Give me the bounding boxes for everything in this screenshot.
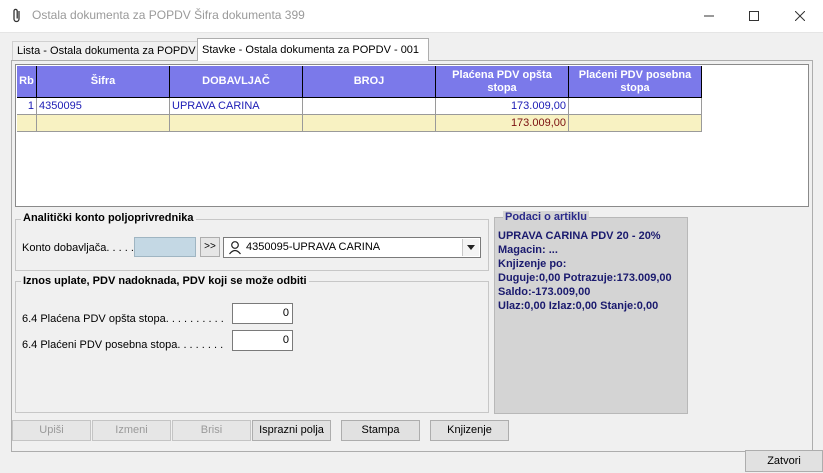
total-pdv-posebna [569, 115, 702, 132]
artikal-line: UPRAVA CARINA PDV 20 - 20% [498, 230, 661, 242]
izmeni-button[interactable]: Izmeni [92, 420, 171, 441]
column-header-broj[interactable]: BROJ [303, 66, 436, 98]
maximize-button[interactable] [731, 0, 777, 32]
analitika-title: Analitički konto poljoprivrednika [21, 212, 196, 224]
pdv-posebna-input[interactable]: 0 [232, 330, 293, 351]
artikal-title: Podaci o artiklu [503, 211, 589, 223]
pdv-posebna-label: 6.4 Plaćeni PDV posebna stopa. . . . . .… [22, 339, 224, 351]
konto-dobavljaca-input[interactable] [134, 237, 196, 257]
brisi-button[interactable]: Brisi [172, 420, 251, 441]
cell-sifra[interactable]: 4350095 [37, 98, 170, 115]
total-rb [17, 115, 37, 132]
chevron-down-icon[interactable] [462, 239, 479, 256]
cell-dobavljac[interactable]: UPRAVA CARINA [170, 98, 303, 115]
paperclip-icon [10, 8, 24, 24]
konto-lookup-button[interactable]: >> [200, 237, 220, 257]
artikal-line: Saldo:-173.009,00 [498, 286, 591, 298]
konto-label: Konto dobavljača. . . . . [22, 242, 134, 254]
column-header-pdv-opsta[interactable]: Plaćena PDV opšta stopa [436, 66, 569, 98]
items-grid[interactable]: Rb Šifra DOBAVLJAČ BROJ Plaćena PDV opšt… [15, 64, 809, 207]
iznos-title: Iznos uplate, PDV nadoknada, PDV koji se… [21, 275, 309, 287]
dobavljac-combo[interactable]: 4350095-UPRAVA CARINA [223, 237, 481, 258]
tab-stavke[interactable]: Stavke - Ostala dokumenta za POPDV - 001 [197, 38, 429, 61]
column-header-pdv-posebna[interactable]: Plaćeni PDV posebna stopa [569, 66, 702, 98]
cell-pdv-opsta[interactable]: 173.009,00 [436, 98, 569, 115]
pdv-opsta-label: 6.4 Plaćena PDV opšta stopa. . . . . . .… [22, 313, 224, 325]
column-header-rb[interactable]: Rb [17, 66, 37, 98]
knjizenje-button[interactable]: Knjizenje [430, 420, 509, 441]
window-title: Ostala dokumenta za POPDV Šifra dokument… [32, 8, 305, 22]
total-broj [303, 115, 436, 132]
column-header-sifra[interactable]: Šifra [37, 66, 170, 98]
person-icon [228, 240, 242, 258]
total-dobavljac [170, 115, 303, 132]
cell-pdv-posebna[interactable] [569, 98, 702, 115]
artikal-line: Duguje:0,00 Potrazuje:173.009,00 [498, 272, 672, 284]
zatvori-button[interactable]: Zatvori [745, 450, 823, 472]
total-pdv-opsta: 173.009,00 [436, 115, 569, 132]
artikal-line: Knjizenje po: [498, 258, 567, 270]
title-bar: Ostala dokumenta za POPDV Šifra dokument… [0, 0, 823, 33]
isprazni-polja-button[interactable]: Isprazni polja [252, 420, 331, 441]
artikal-line: Magacin: ... [498, 244, 558, 256]
cell-broj[interactable] [303, 98, 436, 115]
dobavljac-combo-value: 4350095-UPRAVA CARINA [246, 241, 381, 253]
stampa-button[interactable]: Stampa [341, 420, 420, 441]
close-button[interactable] [777, 0, 823, 32]
cell-rb[interactable]: 1 [17, 98, 37, 115]
column-header-dobavljac[interactable]: DOBAVLJAČ [170, 66, 303, 98]
artikal-line: Ulaz:0,00 Izlaz:0,00 Stanje:0,00 [498, 300, 659, 312]
total-sifra [37, 115, 170, 132]
minimize-button[interactable] [686, 0, 732, 32]
upisi-button[interactable]: Upiši [12, 420, 91, 441]
tab-lista[interactable]: Lista - Ostala dokumenta za POPDV [12, 41, 208, 61]
pdv-opsta-input[interactable]: 0 [232, 303, 293, 324]
